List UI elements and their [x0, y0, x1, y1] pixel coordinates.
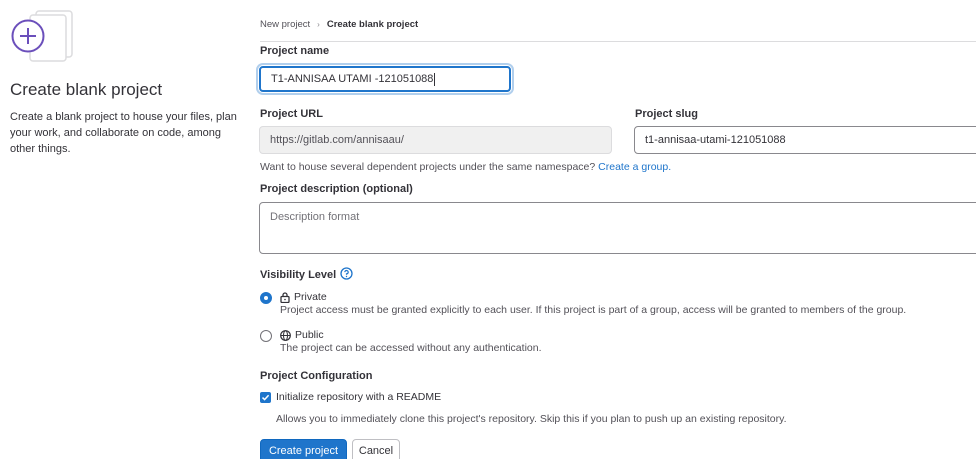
project-url-label: Project URL	[260, 108, 323, 120]
project-url-value: https://gitlab.com/annisaau/	[270, 134, 404, 146]
visibility-label: Visibility Level	[260, 269, 337, 281]
breadcrumb-current: Create blank project	[326, 19, 419, 30]
lock-icon	[280, 291, 290, 303]
public-description: The project can be accessed without any …	[280, 342, 542, 354]
project-name-label: Project name	[260, 45, 330, 57]
radio-private[interactable]	[260, 292, 272, 304]
project-slug-input[interactable]: t1-annisaa-utami-121051088	[634, 126, 976, 154]
question-circle-icon[interactable]	[340, 267, 353, 283]
globe-icon	[280, 329, 291, 341]
header-divider	[260, 41, 976, 42]
text-caret	[434, 72, 436, 86]
namespace-hint: Want to house several dependent projects…	[260, 161, 671, 173]
readme-help: Allows you to immediately clone this pro…	[276, 413, 787, 425]
visibility-option-public[interactable]: Public The project can be accessed witho…	[260, 329, 542, 354]
public-title: Public	[295, 329, 324, 341]
project-url-field: https://gitlab.com/annisaau/	[259, 126, 612, 154]
radio-public[interactable]	[260, 330, 272, 342]
readme-checkbox[interactable]	[260, 392, 271, 403]
visibility-label-row: Visibility Level	[260, 267, 353, 283]
project-slug-label: Project slug	[635, 108, 698, 120]
breadcrumb: New project › Create blank project	[260, 19, 418, 30]
project-name-value: T1-ANNISAA UTAMI -121051088	[271, 73, 434, 85]
chevron-right-icon: ›	[317, 20, 320, 29]
visibility-option-private[interactable]: Private Project access must be granted e…	[260, 291, 906, 316]
create-group-link[interactable]: Create a group.	[598, 161, 671, 173]
private-description: Project access must be granted explicitl…	[280, 304, 907, 316]
readme-label[interactable]: Initialize repository with a README	[276, 391, 441, 403]
check-icon	[261, 394, 270, 401]
description-placeholder: Description format	[270, 211, 360, 223]
namespace-hint-text: Want to house several dependent projects…	[260, 161, 596, 173]
private-title: Private	[294, 291, 327, 303]
page-description: Create a blank project to house your fil…	[10, 111, 237, 155]
blank-project-illustration	[10, 6, 80, 66]
cancel-button[interactable]: Cancel	[352, 439, 400, 459]
description-textarea[interactable]: Description format	[259, 202, 976, 254]
configuration-label: Project Configuration	[260, 370, 373, 382]
create-project-button[interactable]: Create project	[260, 439, 347, 459]
project-name-input[interactable]: T1-ANNISAA UTAMI -121051088	[259, 66, 511, 92]
project-slug-value: t1-annisaa-utami-121051088	[645, 134, 786, 146]
breadcrumb-new-project[interactable]: New project	[260, 19, 310, 30]
page-title: Create blank project	[10, 80, 163, 99]
description-label: Project description (optional)	[260, 183, 413, 195]
